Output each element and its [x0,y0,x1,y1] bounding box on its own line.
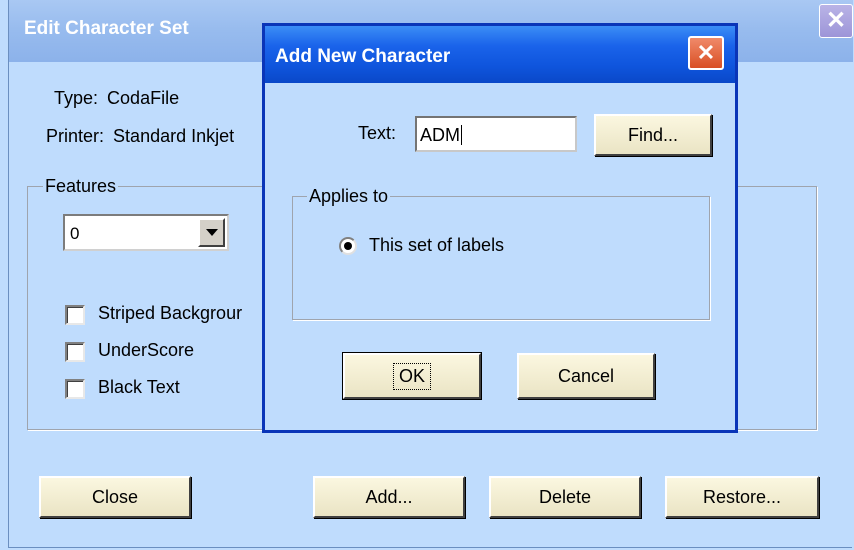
chevron-down-icon[interactable] [198,218,225,247]
dialog-close-button[interactable]: ✕ [688,36,724,70]
main-window-title: Edit Character Set [24,18,189,39]
striped-background-checkbox[interactable] [65,305,85,325]
underscore-label: UnderScore [98,340,195,360]
restore-button[interactable]: Restore... [665,476,819,518]
text-label: Text: [358,123,397,143]
dialog-title: Add New Character [275,46,451,67]
close-button[interactable]: Close [39,476,191,518]
features-legend: Features [43,176,119,197]
text-caret [461,125,462,145]
printer-row: Printer: Standard Inkjet [46,126,266,147]
ok-button[interactable]: OK [342,352,482,400]
black-text-label: Black Text [98,377,180,397]
main-close-button[interactable]: ✕ [819,4,853,38]
black-text-checkbox-row[interactable]: Black Text [65,377,265,403]
text-input[interactable]: ADM [415,116,577,152]
this-set-of-labels-label: This set of labels [369,235,505,255]
close-icon: ✕ [825,7,847,34]
this-set-of-labels-radio-row[interactable]: This set of labels [339,233,579,259]
type-label: Type: [54,88,99,108]
printer-value: Standard Inkjet [113,126,235,146]
find-button[interactable]: Find... [594,114,712,156]
dialog-titlebar[interactable]: Add New Character ✕ [265,26,735,83]
features-select-value: 0 [70,224,80,243]
add-button[interactable]: Add... [313,476,465,518]
delete-button[interactable]: Delete [489,476,641,518]
striped-background-checkbox-row[interactable]: Striped Backgrour [65,303,265,329]
ok-button-label: OK [392,362,431,390]
black-text-checkbox[interactable] [65,379,85,399]
applies-to-legend: Applies to [307,186,391,207]
features-select[interactable]: 0 [63,214,229,251]
underscore-checkbox-row[interactable]: UnderScore [65,340,265,366]
add-new-character-dialog: Add New Character ✕ Text: ADM Find... Ap… [262,23,738,433]
cancel-button[interactable]: Cancel [517,353,655,399]
this-set-of-labels-radio[interactable] [339,237,357,255]
type-value: CodaFile [107,88,180,108]
printer-label: Printer: [46,126,105,146]
type-row: Type: CodaFile [54,88,179,109]
text-input-value: ADM [420,125,460,145]
striped-background-label: Striped Backgrour [98,303,243,323]
close-icon: ✕ [696,40,716,65]
underscore-checkbox[interactable] [65,342,85,362]
